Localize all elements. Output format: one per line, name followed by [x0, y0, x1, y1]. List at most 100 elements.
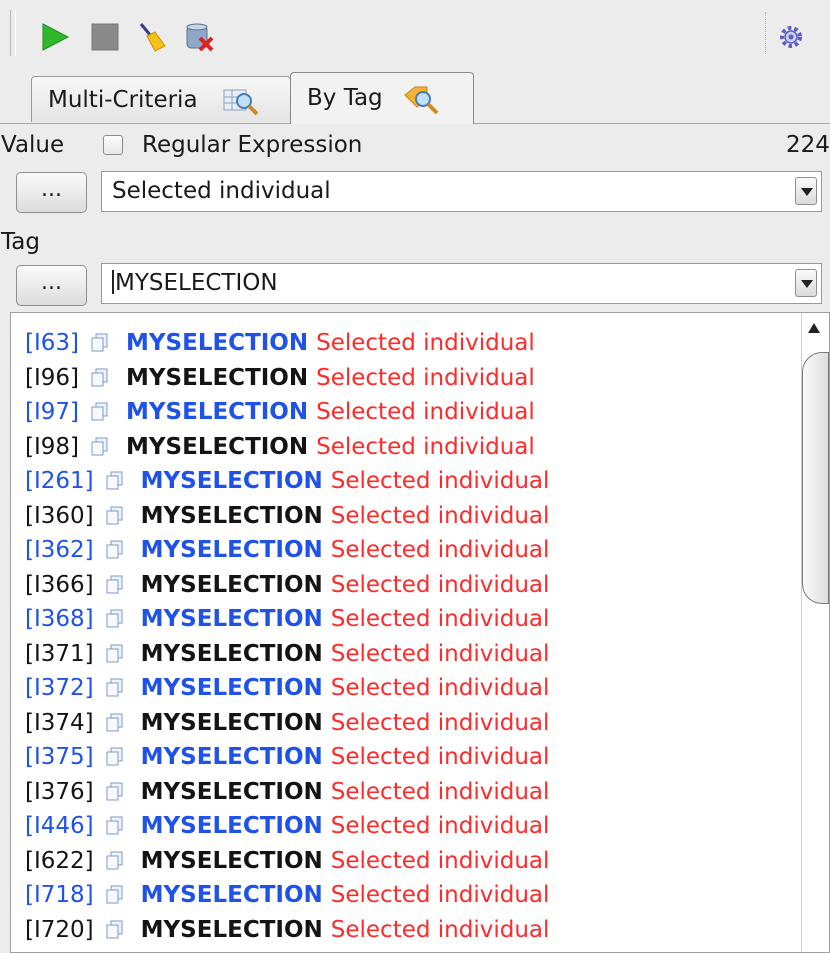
copy-icon[interactable] [105, 742, 125, 766]
tag-name: MYSELECTION [140, 709, 323, 736]
individual-id-link[interactable]: [I375] [25, 740, 94, 775]
chevron-down-icon[interactable] [795, 269, 817, 297]
results-list[interactable]: [I63] MYSELECTION Selected individual [I96]… [10, 312, 830, 953]
list-item[interactable]: [I372] MYSELECTION Selected individual [25, 671, 549, 706]
individual-id-link[interactable]: [I371] [25, 637, 94, 672]
tag-name: MYSELECTION [126, 433, 309, 460]
individual-id-link[interactable]: [I622] [25, 844, 94, 879]
list-item[interactable]: [I446] MYSELECTION Selected individual [25, 809, 549, 844]
tag-value: Selected individual [330, 778, 550, 805]
individual-id-link[interactable]: [I368] [25, 602, 94, 637]
tag-value: Selected individual [330, 813, 550, 839]
toolbar [0, 0, 830, 64]
tag-name: MYSELECTION [140, 744, 323, 770]
individual-id-link[interactable]: [I96] [25, 361, 79, 396]
copy-icon[interactable] [105, 846, 125, 869]
broom-icon[interactable] [137, 22, 167, 52]
list-item[interactable]: [I375] MYSELECTION Selected individual [25, 740, 549, 775]
tab-bar: Multi-Criteria By Tag [0, 64, 830, 126]
chevron-down-icon[interactable] [795, 177, 817, 205]
tag-name: MYSELECTION [126, 364, 309, 391]
copy-icon[interactable] [105, 466, 125, 490]
tag-name: MYSELECTION [140, 571, 323, 598]
list-item[interactable]: [I96] MYSELECTION Selected individual [25, 361, 549, 396]
tag-value: Selected individual [316, 433, 535, 460]
tag-name: MYSELECTION [140, 778, 323, 805]
copy-icon[interactable] [90, 397, 110, 421]
individual-id-link[interactable]: [I718] [25, 878, 94, 913]
copy-icon[interactable] [105, 570, 125, 593]
tag-name: MYSELECTION [140, 502, 323, 529]
database-delete-icon[interactable] [184, 22, 214, 52]
individual-id-link[interactable]: [I366] [25, 568, 94, 603]
tag-value: Selected individual [330, 916, 550, 943]
value-browse-button[interactable]: ... [16, 172, 87, 213]
stop-icon[interactable] [90, 22, 120, 52]
individual-id-link[interactable]: [I376] [25, 775, 94, 810]
copy-icon[interactable] [90, 432, 110, 455]
individual-id-link[interactable]: [I360] [25, 499, 94, 534]
copy-icon[interactable] [90, 328, 110, 352]
copy-icon[interactable] [105, 604, 125, 628]
individual-id-link[interactable]: [I362] [25, 533, 94, 568]
text-cursor [112, 270, 114, 294]
list-item[interactable]: [I97] MYSELECTION Selected individual [25, 395, 549, 430]
individual-id-link[interactable]: [I98] [25, 430, 79, 465]
list-item[interactable]: [I98] MYSELECTION Selected individual [25, 430, 549, 465]
list-item[interactable]: [I360] MYSELECTION Selected individual [25, 499, 549, 534]
play-icon[interactable] [40, 22, 70, 52]
tag-browse-button[interactable]: ... [16, 265, 87, 306]
value-combobox[interactable]: Selected individual [101, 171, 822, 212]
copy-icon[interactable] [105, 880, 125, 904]
list-item[interactable]: [I376] MYSELECTION Selected individual [25, 775, 549, 810]
list-item[interactable]: [I622] MYSELECTION Selected individual [25, 844, 549, 879]
gear-icon[interactable] [778, 24, 804, 50]
individual-id-link[interactable]: [I720] [25, 913, 94, 948]
scroll-thumb[interactable] [802, 352, 829, 604]
regex-checkbox[interactable] [103, 135, 123, 155]
vertical-scrollbar[interactable] [801, 313, 829, 952]
list-item[interactable]: [I362] MYSELECTION Selected individual [25, 533, 549, 568]
tag-name: MYSELECTION [140, 537, 323, 563]
toolbar-grip[interactable] [10, 10, 16, 56]
list-item[interactable]: [I374] MYSELECTION Selected individual [25, 706, 549, 741]
copy-icon[interactable] [105, 811, 125, 835]
tab-by-tag[interactable]: By Tag [290, 72, 474, 124]
copy-icon[interactable] [105, 777, 125, 800]
scroll-up-arrow-icon[interactable] [808, 323, 820, 333]
list-item[interactable]: [I368] MYSELECTION Selected individual [25, 602, 549, 637]
tag-value: Selected individual [316, 364, 535, 391]
copy-icon[interactable] [105, 673, 125, 697]
list-item[interactable]: [I63] MYSELECTION Selected individual [25, 326, 549, 361]
individual-id-link[interactable]: [I97] [25, 395, 79, 430]
individual-id-link[interactable]: [I446] [25, 809, 94, 844]
individual-id-link[interactable]: [I63] [25, 326, 79, 361]
copy-icon[interactable] [105, 639, 125, 662]
list-item[interactable]: [I261] MYSELECTION Selected individual [25, 464, 549, 499]
regex-label[interactable]: Regular Expression [142, 132, 362, 158]
tag-value: Selected individual [330, 468, 550, 494]
tag-combobox-text: MYSELECTION [115, 270, 278, 296]
tag-name: MYSELECTION [140, 882, 323, 908]
list-item[interactable]: [I366] MYSELECTION Selected individual [25, 568, 549, 603]
copy-icon[interactable] [105, 535, 125, 559]
tag-name: MYSELECTION [140, 468, 323, 494]
tag-value: Selected individual [316, 330, 535, 356]
copy-icon[interactable] [90, 363, 110, 386]
copy-icon[interactable] [105, 501, 125, 524]
list-item[interactable]: [I371] MYSELECTION Selected individual [25, 637, 549, 672]
individual-id-link[interactable]: [I372] [25, 671, 94, 706]
list-item[interactable]: [I720] MYSELECTION Selected individual [25, 913, 549, 948]
result-count: 224 [786, 132, 830, 158]
tag-label: Tag [1, 229, 40, 255]
tag-name: MYSELECTION [126, 399, 309, 425]
copy-icon[interactable] [105, 708, 125, 731]
tag-combobox[interactable]: MYSELECTION [101, 263, 822, 304]
tab-label: By Tag [307, 85, 383, 111]
individual-id-link[interactable]: [I374] [25, 706, 94, 741]
individual-id-link[interactable]: [I261] [25, 464, 94, 499]
tab-multi-criteria[interactable]: Multi-Criteria [31, 76, 291, 122]
list-item[interactable]: [I718] MYSELECTION Selected individual [25, 878, 549, 913]
tag-value: Selected individual [330, 537, 550, 563]
copy-icon[interactable] [105, 915, 125, 938]
